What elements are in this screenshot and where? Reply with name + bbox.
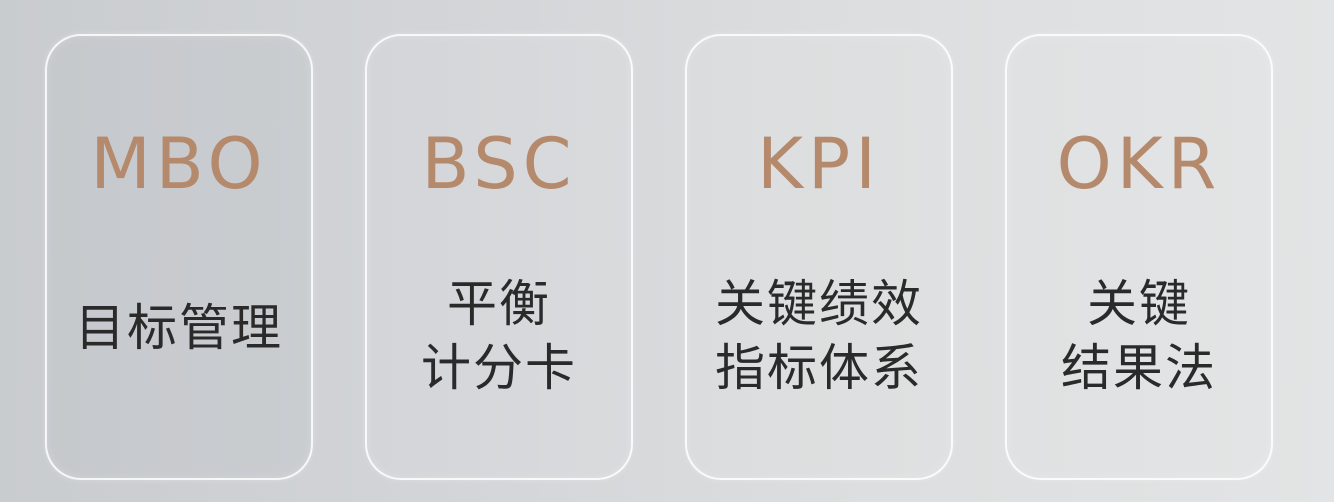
card-abbreviation: OKR <box>1056 123 1222 205</box>
card-kpi: KPI 关键绩效 指标体系 <box>685 34 953 480</box>
card-okr: OKR 关键 结果法 <box>1005 34 1273 480</box>
card-description-line: 指标体系 <box>715 339 923 397</box>
card-description-line: 关键绩效 <box>715 275 923 333</box>
card-description: 目标管理 <box>47 298 311 358</box>
card-description-line: 平衡 <box>447 275 551 333</box>
card-bsc: BSC 平衡 计分卡 <box>365 34 633 480</box>
card-mbo: MBO 目标管理 <box>45 34 313 480</box>
card-description: 关键 结果法 <box>1007 272 1271 400</box>
card-abbreviation: MBO <box>90 123 268 205</box>
slide-stage: MBO 目标管理 BSC 平衡 计分卡 KPI 关键绩效 指标体系 OKR 关键… <box>0 0 1334 502</box>
card-description-line: 目标管理 <box>75 299 283 357</box>
card-description-line: 关键 <box>1087 275 1191 333</box>
card-abbreviation: KPI <box>757 123 881 205</box>
card-abbreviation: BSC <box>421 123 577 205</box>
card-description: 平衡 计分卡 <box>367 272 631 400</box>
card-description-line: 结果法 <box>1061 339 1217 397</box>
card-description-line: 计分卡 <box>421 339 577 397</box>
card-description: 关键绩效 指标体系 <box>687 272 951 400</box>
